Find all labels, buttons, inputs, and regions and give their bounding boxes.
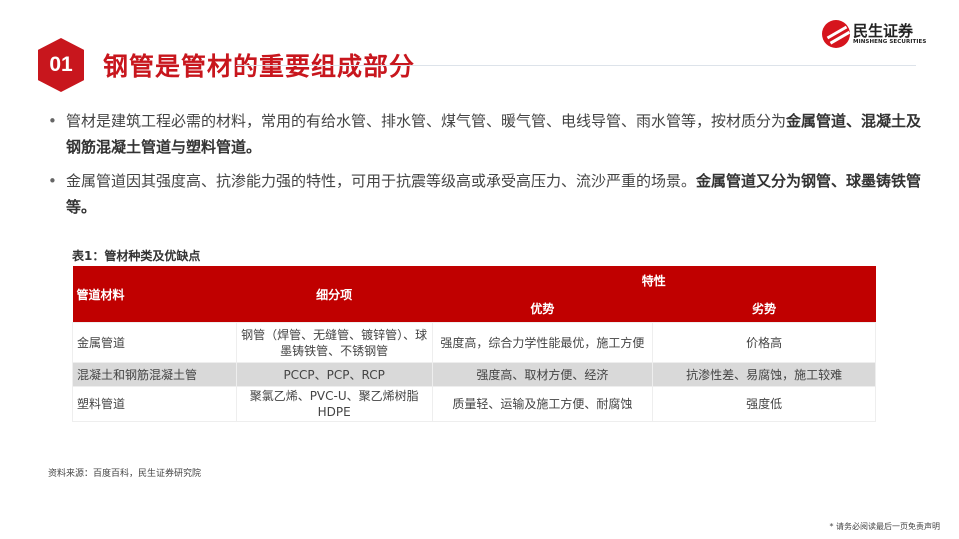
title-divider [236, 65, 916, 66]
table-row: 塑料管道 聚氯乙烯、PVC-U、聚乙烯树脂 HDPE 质量轻、运输及施工方便、耐… [72, 386, 876, 422]
bullet-list: 管材是建筑工程必需的材料，常用的有给水管、排水管、煤气管、暖气管、电线导管、雨水… [48, 108, 933, 228]
pipe-table: 管道材料 细分项 特性 优势 劣势 金属管道 钢管（焊管、无缝管、镀锌管）、球墨… [72, 266, 876, 422]
cell: 聚氯乙烯、PVC-U、聚乙烯树脂 HDPE [235, 386, 433, 422]
bullet-text: 管材是建筑工程必需的材料，常用的有给水管、排水管、煤气管、暖气管、电线导管、雨水… [66, 112, 787, 130]
cell: 强度高、取材方便、经济 [431, 362, 654, 387]
cell: 金属管道 [72, 322, 237, 363]
table-row: 金属管道 钢管（焊管、无缝管、镀锌管）、球墨铸铁管、不锈钢管 强度高，综合力学性… [72, 322, 876, 363]
header-material: 管道材料 [72, 266, 237, 323]
table-caption: 表1：管材种类及优缺点 [72, 249, 201, 263]
cell: 价格高 [652, 322, 876, 363]
cell: 强度低 [652, 386, 876, 422]
disclaimer: * 请务必阅读最后一页免责声明 [829, 522, 940, 531]
cell: 抗渗性差、易腐蚀，施工较难 [652, 362, 876, 387]
header-cons: 劣势 [652, 294, 876, 323]
logo-cn: 民生证券 [853, 22, 914, 40]
bullet-item: 管材是建筑工程必需的材料，常用的有给水管、排水管、煤气管、暖气管、电线导管、雨水… [48, 108, 933, 160]
header-pros: 优势 [432, 294, 653, 323]
bullet-item: 金属管道因其强度高、抗渗能力强的特性，可用于抗震等级高或承受高压力、流沙严重的场… [48, 168, 933, 220]
cell: 塑料管道 [72, 386, 237, 422]
cell: PCCP、PCP、RCP [235, 362, 433, 387]
cell: 钢管（焊管、无缝管、镀锌管）、球墨铸铁管、不锈钢管 [235, 322, 433, 363]
section-number-badge: 01 [38, 38, 84, 92]
table-row: 混凝土和钢筋混凝土管 PCCP、PCP、RCP 强度高、取材方便、经济 抗渗性差… [72, 362, 876, 387]
company-logo: 民生证券 MINSHENG SECURITIES [822, 20, 926, 48]
cell: 混凝土和钢筋混凝土管 [72, 362, 237, 387]
cell: 强度高，综合力学性能最优，施工方便 [431, 322, 654, 363]
source-note: 资料来源：百度百科，民生证券研究院 [48, 469, 202, 479]
header-sub: 细分项 [236, 266, 433, 323]
logo-en: MINSHENG SECURITIES [853, 39, 927, 45]
bullet-text: 金属管道因其强度高、抗渗能力强的特性，可用于抗震等级高或承受高压力、流沙严重的场… [66, 172, 697, 190]
logo-icon [822, 20, 850, 48]
header-traits: 特性 [432, 266, 876, 294]
cell: 质量轻、运输及施工方便、耐腐蚀 [431, 386, 654, 422]
